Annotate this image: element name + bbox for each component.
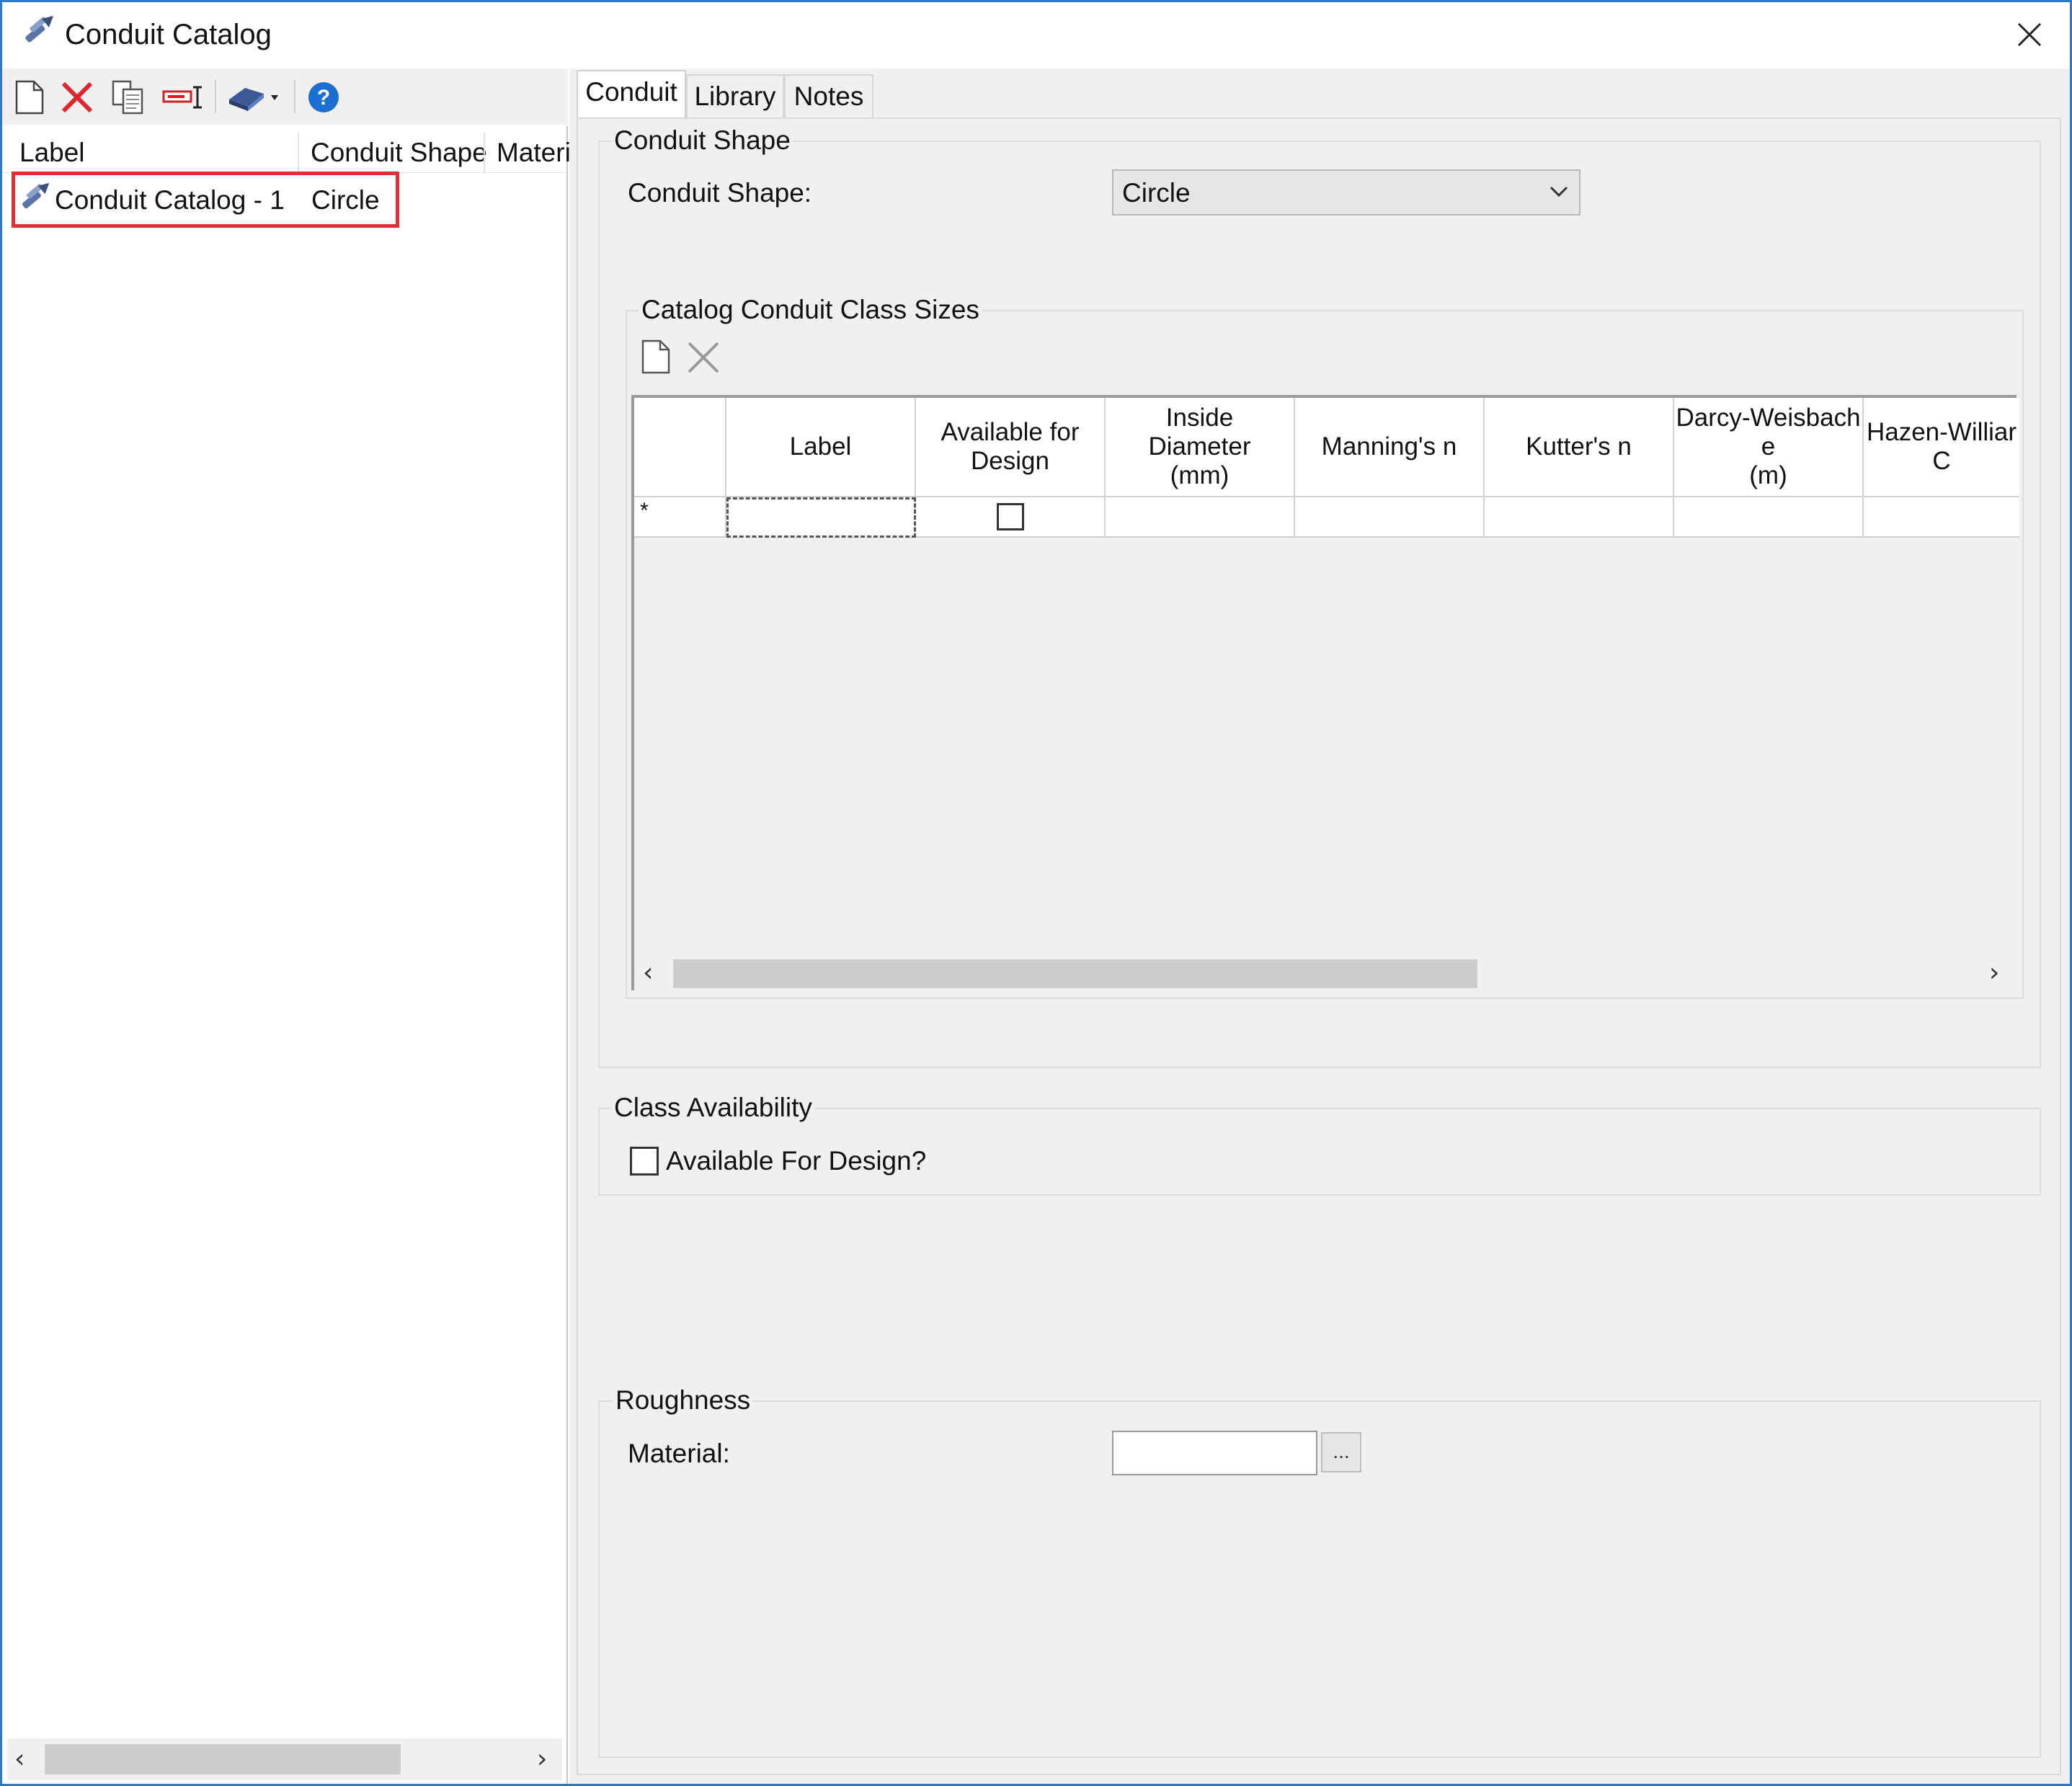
roughness-group bbox=[598, 1400, 2041, 1758]
new-row-darcy-cell[interactable] bbox=[1674, 497, 1864, 538]
grid-column-hazen-williams[interactable]: Hazen-Williar C bbox=[1864, 398, 2019, 497]
scroll-right-icon[interactable]: › bbox=[537, 1746, 547, 1772]
duplicate-icon bbox=[112, 80, 143, 115]
grid-row-header-corner bbox=[634, 398, 726, 497]
help-button[interactable]: ? bbox=[305, 79, 342, 116]
list-horizontal-scrollbar[interactable]: ‹ › bbox=[7, 1738, 562, 1780]
title-bar bbox=[2, 2, 2070, 68]
catalog-toolbar: ? bbox=[2, 68, 568, 125]
grid-column-darcy-weisbach[interactable]: Darcy-Weisbach e (m) bbox=[1674, 398, 1864, 497]
toolbar-separator bbox=[215, 80, 216, 113]
help-icon: ? bbox=[308, 82, 339, 112]
roughness-group-title: Roughness bbox=[613, 1385, 754, 1416]
conduit-shape-value: Circle bbox=[1122, 178, 1191, 208]
new-row-diameter-cell[interactable] bbox=[1106, 497, 1295, 538]
conduit-catalog-icon bbox=[20, 14, 58, 52]
class-sizes-group-title: Catalog Conduit Class Sizes bbox=[639, 294, 982, 326]
delete-button[interactable] bbox=[58, 79, 96, 116]
available-for-design-checkbox[interactable] bbox=[630, 1147, 659, 1176]
tab-conduit[interactable]: Conduit bbox=[577, 70, 686, 120]
grid-horizontal-scrollbar[interactable]: ‹ › bbox=[634, 956, 2019, 992]
available-for-design-checkbox[interactable] bbox=[997, 503, 1024, 530]
new-row-available-cell[interactable] bbox=[916, 497, 1106, 538]
new-row-kutters-cell[interactable] bbox=[1485, 497, 1674, 538]
material-browse-button[interactable]: ... bbox=[1321, 1432, 1361, 1472]
rename-button[interactable] bbox=[161, 79, 204, 116]
new-button[interactable] bbox=[11, 79, 48, 116]
column-divider[interactable] bbox=[484, 133, 485, 173]
column-header-label[interactable]: Label bbox=[19, 137, 85, 169]
delete-class-size-button[interactable] bbox=[686, 340, 722, 376]
material-label: Material: bbox=[628, 1439, 730, 1468]
new-document-icon bbox=[15, 80, 44, 115]
window-title: Conduit Catalog bbox=[65, 19, 272, 50]
scroll-left-icon[interactable]: ‹ bbox=[14, 1746, 25, 1772]
rename-icon bbox=[162, 86, 202, 109]
delete-disabled-icon bbox=[688, 342, 719, 373]
delete-icon bbox=[61, 81, 93, 113]
new-row-header[interactable]: * bbox=[634, 497, 726, 538]
tab-library[interactable]: Library bbox=[686, 74, 784, 119]
catalog-list-header: Label Conduit Shape Materi bbox=[2, 128, 571, 173]
grid-column-label[interactable]: Label bbox=[726, 398, 916, 497]
grid-column-kutters-n[interactable]: Kutter's n bbox=[1485, 398, 1674, 497]
grid-column-available-for-design[interactable]: Available for Design bbox=[916, 398, 1106, 497]
conduit-shape-dropdown[interactable]: Circle bbox=[1112, 169, 1580, 216]
scroll-right-icon[interactable]: › bbox=[1989, 960, 1999, 986]
catalog-list-panel bbox=[2, 126, 568, 1784]
new-document-icon bbox=[641, 339, 670, 374]
scrollbar-thumb[interactable] bbox=[45, 1744, 401, 1774]
toolbar-separator bbox=[294, 80, 295, 113]
new-row-marker: * bbox=[640, 499, 649, 523]
new-row-hazen-cell[interactable] bbox=[1864, 497, 2019, 538]
close-icon bbox=[2017, 22, 2042, 47]
svg-text:?: ? bbox=[317, 86, 330, 110]
new-row-mannings-cell[interactable] bbox=[1295, 497, 1485, 538]
grid-column-inside-diameter[interactable]: Inside Diameter (mm) bbox=[1106, 398, 1295, 497]
class-sizes-grid[interactable]: Label Available for Design Inside Diamet… bbox=[631, 395, 2019, 992]
duplicate-button[interactable] bbox=[109, 79, 146, 116]
new-class-size-button[interactable] bbox=[640, 339, 673, 375]
book-dropdown-icon bbox=[229, 88, 278, 111]
chevron-down-icon bbox=[1549, 185, 1569, 202]
catalog-row-shape: Circle bbox=[311, 185, 380, 215]
catalog-row-label: Conduit Catalog - 1 bbox=[55, 185, 285, 215]
material-input[interactable] bbox=[1112, 1431, 1317, 1475]
close-button[interactable] bbox=[2004, 10, 2055, 59]
library-menu-button[interactable] bbox=[226, 79, 283, 116]
scroll-left-icon[interactable]: ‹ bbox=[643, 960, 653, 986]
class-availability-group-title: Class Availability bbox=[611, 1092, 815, 1124]
available-for-design-label[interactable]: Available For Design? bbox=[666, 1145, 926, 1177]
scrollbar-thumb[interactable] bbox=[673, 959, 1477, 988]
conduit-shape-label: Conduit Shape: bbox=[628, 178, 812, 208]
column-header-material[interactable]: Materi bbox=[497, 137, 571, 169]
grid-column-mannings-n[interactable]: Manning's n bbox=[1295, 398, 1485, 497]
conduit-catalog-icon bbox=[17, 182, 53, 218]
column-divider[interactable] bbox=[298, 133, 299, 173]
tab-notes[interactable]: Notes bbox=[784, 74, 873, 119]
conduit-shape-group-title: Conduit Shape bbox=[611, 125, 793, 156]
column-header-conduit-shape[interactable]: Conduit Shape bbox=[311, 137, 487, 169]
new-row-label-cell[interactable] bbox=[726, 497, 916, 538]
